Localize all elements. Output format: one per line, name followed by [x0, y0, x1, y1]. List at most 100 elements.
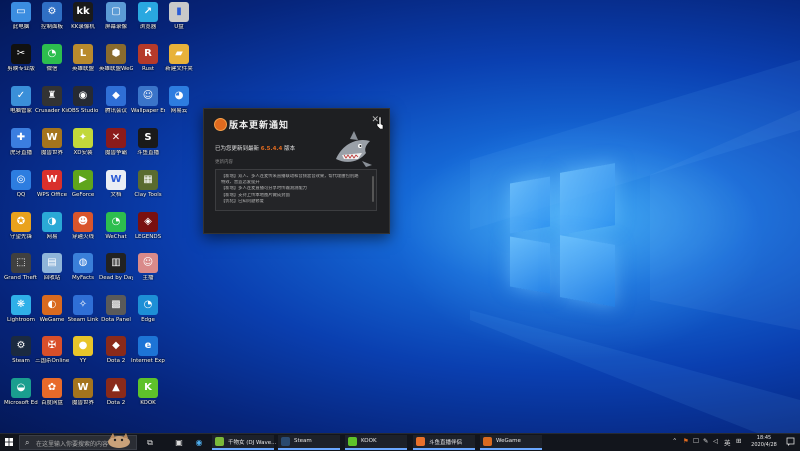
desktop-icon[interactable]: ◐ WeGame	[35, 295, 69, 339]
desktop-icon[interactable]: ● YY	[66, 336, 100, 380]
desktop-icon[interactable]: ✠ 三国杀Online	[35, 336, 69, 380]
desktop-icon[interactable]: e Internet Explorer	[131, 336, 165, 380]
app-logo-icon	[214, 118, 227, 131]
desktop-icon[interactable]: ◆ Dota 2	[99, 336, 133, 380]
desktop-icon-label: 魔兽世界	[40, 150, 63, 156]
taskbar-app-label: WeGame	[496, 438, 521, 444]
taskbar-app-label: 斗鱼直播伴侣	[429, 440, 463, 446]
browser-icon[interactable]: ◉	[192, 436, 206, 449]
taskbar-search-box[interactable]: ⌕ 在这里输入你要搜索的内容	[19, 433, 137, 450]
app-icon: ☺	[138, 86, 158, 106]
volume-icon[interactable]: ◁	[713, 437, 718, 445]
windows-start-icon[interactable]	[0, 434, 18, 451]
desktop-icon-label: Dead by Daylight	[99, 275, 133, 281]
desktop-icon[interactable]: ⬢ 英雄联盟WeGame版	[99, 44, 133, 88]
desktop-icon[interactable]: ◉ OBS Studio	[66, 86, 100, 130]
desktop-icon[interactable]: ✦ XD安装	[66, 128, 100, 172]
desktop-icon[interactable]: ▤ 回收站	[35, 253, 69, 297]
desktop-icon-label: 新建文件夹	[165, 66, 193, 72]
taskbar-app-button[interactable]: Steam	[278, 435, 340, 450]
desktop-icon[interactable]: K KOOK	[131, 378, 165, 422]
taskbar-app-button[interactable]: KOOK	[345, 435, 407, 450]
desktop-icon[interactable]: ☺ 主播	[131, 253, 165, 297]
desktop-icon[interactable]: ✧ Steam Link	[66, 295, 100, 339]
search-icon: ⌕	[25, 438, 30, 447]
desktop-icon[interactable]: ✚ 虎牙直播	[4, 128, 38, 172]
desktop-icon[interactable]: ◕ 网易云	[162, 86, 196, 130]
desktop-icon[interactable]: ♜ Crusader Kings	[35, 86, 69, 130]
desktop-icon[interactable]: W 文档	[99, 170, 133, 214]
desktop-icon-label: Wallpaper Engine	[131, 108, 165, 114]
desktop-icon-label: 控制面板	[40, 24, 63, 30]
desktop-icon[interactable]: ▩ Dota Panel	[99, 295, 133, 339]
desktop-icon[interactable]: ✓ 电脑管家	[4, 86, 38, 130]
app-icon: L	[73, 44, 93, 64]
ime-indicator[interactable]: 英	[724, 437, 731, 447]
changelog-scrollbar[interactable]	[372, 176, 374, 202]
desktop-icon[interactable]: R Rust	[131, 44, 165, 88]
desktop-icon[interactable]: ☻ 穿越火线	[66, 212, 100, 256]
desktop-icon-label: Edge	[141, 317, 155, 323]
desktop-icon[interactable]: ◆ 腾讯会议	[99, 86, 133, 130]
desktop-icon[interactable]: ◔ WeChat	[99, 212, 133, 256]
desktop-icon[interactable]: L 英雄联盟	[66, 44, 100, 88]
pen-icon[interactable]: ✎	[703, 437, 708, 445]
desktop-icon[interactable]: ▰ 新建文件夹	[162, 44, 196, 88]
app-icon: ⚙	[42, 2, 62, 22]
desktop-icon[interactable]: ❋ Lightroom	[4, 295, 38, 339]
desktop-icon[interactable]: ◈ LEGENDS	[131, 212, 165, 256]
taskbar-app-button[interactable]: 千物女 (DJ Wave...	[212, 435, 277, 450]
notification-icon[interactable]	[786, 437, 795, 447]
desktop-icon-label: 此电脑	[12, 24, 30, 30]
desktop-icon[interactable]: ▢ 屏幕录像	[99, 2, 133, 46]
desktop-icon[interactable]: ▶ GeForce	[66, 170, 100, 214]
task-view-icon[interactable]: ⧉	[143, 436, 157, 449]
taskbar-app-label: 千物女 (DJ Wave...	[228, 440, 277, 446]
chevron-up-icon[interactable]: ⌃	[672, 437, 677, 445]
desktop-icon-label: LEGENDS	[134, 234, 162, 240]
desktop-icon-label: 三国杀Online	[35, 358, 69, 364]
desktop-icon[interactable]: W 魔兽世界	[66, 378, 100, 422]
desktop-icon[interactable]: ⚙ 控制面板	[35, 2, 69, 46]
desktop-icon[interactable]: ◑ 网易	[35, 212, 69, 256]
desktop-icon[interactable]: W WPS Office	[35, 170, 69, 214]
app-icon: W	[42, 128, 62, 148]
desktop-icon[interactable]: ✂ 剪映专业版	[4, 44, 38, 88]
desktop-icon[interactable]: ▦ Clay Tools	[131, 170, 165, 214]
tray-app-icon[interactable]: ⚑	[683, 437, 689, 445]
desktop-icon[interactable]: ◔ Edge	[131, 295, 165, 339]
desktop-icon[interactable]: ⚙ Steam	[4, 336, 38, 380]
desktop-icon[interactable]: ◎ QQ	[4, 170, 38, 214]
desktop-icon-label: 浏览器	[139, 24, 157, 30]
update-message: 已为您更新到最新 6.5.4.4 版本	[215, 144, 295, 152]
app-icon: ▩	[106, 295, 126, 315]
taskbar-app-icon	[348, 437, 357, 446]
desktop-icon[interactable]: ▲ Dota 2	[99, 378, 133, 422]
desktop-icon[interactable]: kk KK录像机	[66, 2, 100, 46]
desktop-icon[interactable]: ◒ Microsoft Edge	[4, 378, 38, 422]
desktop-icon[interactable]: ✕ 魔兽争霸	[99, 128, 133, 172]
app-icon: ▭	[11, 2, 31, 22]
desktop-icon[interactable]: S 斗鱼直播	[131, 128, 165, 172]
app-icon: W	[73, 378, 93, 398]
desktop-icon[interactable]: ✿ 百度网盘	[35, 378, 69, 422]
desktop-icon[interactable]: ▭ 此电脑	[4, 2, 38, 46]
taskbar-app-button[interactable]: WeGame	[480, 435, 542, 450]
desktop-icon[interactable]: ☺ Wallpaper Engine	[131, 86, 165, 130]
desktop-icon[interactable]: ✪ 守望先锋	[4, 212, 38, 256]
app-icon: ☺	[138, 253, 158, 273]
desktop-icon[interactable]: ▥ Dead by Daylight	[99, 253, 133, 297]
store-icon[interactable]: ▣	[172, 436, 186, 449]
system-clock[interactable]: 18:45 2020/4/28	[748, 435, 780, 449]
network-icon[interactable]: ☐	[693, 437, 699, 445]
desktop-icon[interactable]: ◔ 微信	[35, 44, 69, 88]
desktop-icon[interactable]: ◍ MyFacts	[66, 253, 100, 297]
app-icon: ✧	[73, 295, 93, 315]
desktop-icon[interactable]: W 魔兽世界	[35, 128, 69, 172]
desktop-icon[interactable]: ▮ U盘	[162, 2, 196, 46]
app-icon: ◔	[138, 295, 158, 315]
taskbar-app-button[interactable]: 斗鱼直播伴侣	[413, 435, 475, 450]
desktop-icon[interactable]: ↗ 浏览器	[131, 2, 165, 46]
desktop-icon[interactable]: ⬚ Grand Theft Auto	[4, 253, 38, 297]
ime-mode-icon[interactable]: ⊞	[736, 437, 741, 445]
